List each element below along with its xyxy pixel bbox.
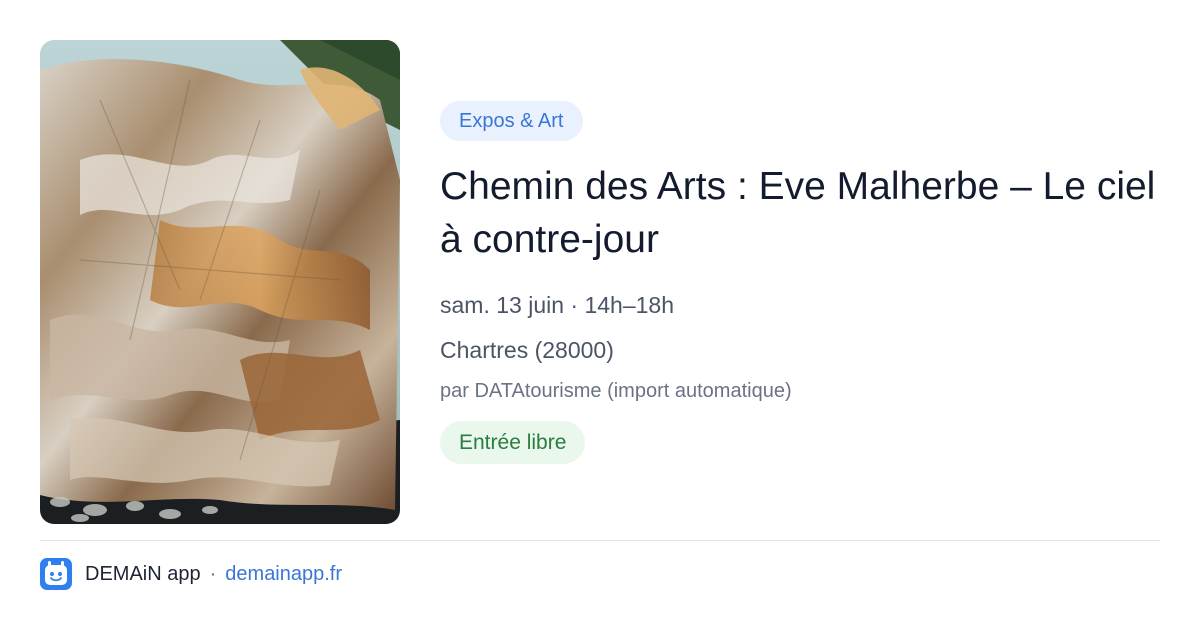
app-website-link[interactable]: demainapp.fr xyxy=(225,563,342,586)
event-source: par DATAtourisme (import automatique) xyxy=(440,380,792,402)
footer-separator: · xyxy=(209,562,217,585)
price-badge: Entrée libre xyxy=(440,421,586,464)
demain-app-logo-icon[interactable] xyxy=(40,558,72,590)
event-date: sam. 13 juin · 14h–18h xyxy=(440,292,674,318)
event-location: Chartres (28000) xyxy=(440,337,614,363)
footer-divider xyxy=(40,540,1160,541)
crumpled-foil-artwork xyxy=(40,40,400,524)
event-image[interactable] xyxy=(40,40,400,524)
event-title[interactable]: Chemin des Arts : Eve Malherbe – Le ciel… xyxy=(440,160,1160,266)
category-badge[interactable]: Expos & Art xyxy=(440,101,583,141)
footer: DEMAiN app · demainapp.fr xyxy=(40,558,342,590)
app-name: DEMAiN app xyxy=(85,562,201,585)
